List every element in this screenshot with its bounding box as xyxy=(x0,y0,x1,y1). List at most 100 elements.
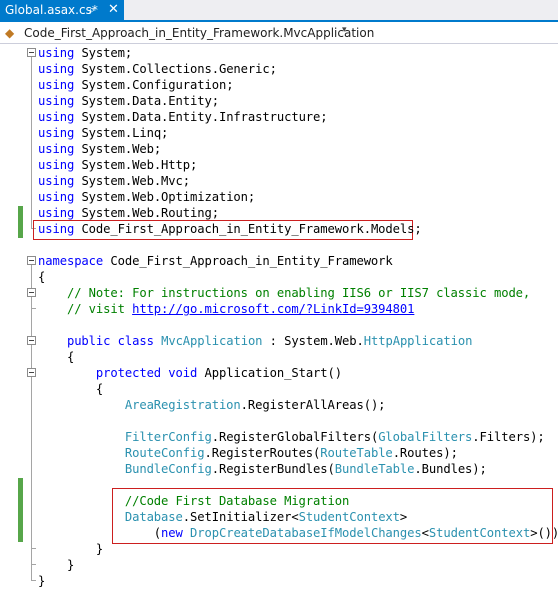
code-token: { xyxy=(38,350,75,364)
change-marker xyxy=(18,206,23,238)
code-line[interactable]: (new DropCreateDatabaseIfModelChanges<St… xyxy=(38,525,558,541)
code-token: System.Web.Routing; xyxy=(74,206,219,220)
document-tab[interactable]: Global.asax.cs* ⌕ ✕ xyxy=(0,0,124,20)
code-token: DropCreateDatabaseIfModelChanges xyxy=(190,526,422,540)
code-line[interactable]: using System.Linq; xyxy=(38,125,168,141)
code-line[interactable]: Database.SetInitializer<StudentContext> xyxy=(38,509,407,525)
code-line[interactable]: using System.Configuration; xyxy=(38,77,234,93)
code-token: // visit xyxy=(66,302,133,316)
code-token: } xyxy=(38,542,104,556)
code-token: //Code First Database Migration xyxy=(124,494,350,508)
code-token: using xyxy=(38,126,75,140)
code-token: .SetInitializer< xyxy=(182,510,299,524)
code-token: protected xyxy=(95,366,162,380)
code-token: Application_Start() xyxy=(197,366,343,380)
code-token: .RegisterBundles( xyxy=(211,462,335,476)
code-line[interactable]: } xyxy=(38,557,74,573)
code-token: .RegisterAllAreas(); xyxy=(240,398,386,412)
code-token: new xyxy=(161,526,183,540)
document-tab-strip: Global.asax.cs* ⌕ ✕ xyxy=(0,0,558,22)
code-token: > xyxy=(399,510,408,524)
code-line[interactable]: using System.Data.Entity; xyxy=(38,93,219,109)
code-token: using xyxy=(38,62,75,76)
chevron-down-icon[interactable]: ▾ xyxy=(342,25,356,35)
code-token: MvcApplication xyxy=(161,334,263,348)
code-token: using xyxy=(38,222,75,236)
code-token: < xyxy=(421,526,429,540)
code-line[interactable]: RouteConfig.RegisterRoutes(RouteTable.Ro… xyxy=(38,445,458,461)
code-token: System.Web.Mvc; xyxy=(74,174,191,188)
code-line[interactable]: { xyxy=(38,349,74,365)
code-token: Code_First_Approach_in_Entity_Framework.… xyxy=(74,222,422,236)
code-token: { xyxy=(38,382,104,396)
code-line[interactable]: FilterConfig.RegisterGlobalFilters(Globa… xyxy=(38,429,545,445)
code-line[interactable]: using System.Web.Mvc; xyxy=(38,173,190,189)
code-token: FilterConfig xyxy=(124,430,212,444)
code-token: BundleTable xyxy=(334,462,415,476)
code-token: using xyxy=(38,158,75,172)
navigation-bar[interactable]: ◆ Code_First_Approach_in_Entity_Framewor… xyxy=(0,22,558,44)
code-token: using xyxy=(38,78,75,92)
code-line[interactable]: AreaRegistration.RegisterAllAreas(); xyxy=(38,397,386,413)
code-line[interactable]: using Code_First_Approach_in_Entity_Fram… xyxy=(38,221,422,237)
close-icon[interactable]: ✕ xyxy=(108,2,119,17)
code-editor[interactable]: using System; using System.Collections.Ge… xyxy=(0,44,558,588)
code-token: System.Web.Http; xyxy=(74,158,198,172)
code-token: void xyxy=(168,366,198,380)
code-line[interactable]: namespace Code_First_Approach_in_Entity_… xyxy=(38,253,393,269)
code-line[interactable]: using System.Collections.Generic; xyxy=(38,61,277,77)
code-line[interactable]: using System.Data.Entity.Infrastructure; xyxy=(38,109,328,125)
code-token: AreaRegistration xyxy=(124,398,241,412)
code-token: BundleConfig xyxy=(124,462,212,476)
code-token: System.Web.Optimization; xyxy=(74,190,256,204)
code-token: System.Collections.Generic; xyxy=(74,62,277,76)
code-line[interactable]: using System.Web.Routing; xyxy=(38,205,219,221)
code-token: RouteTable xyxy=(320,446,393,460)
code-token: // Note: For instructions on enabling II… xyxy=(66,286,531,300)
collapse-icon[interactable] xyxy=(27,336,36,345)
code-line[interactable]: { xyxy=(38,381,103,397)
pin-icon[interactable]: ⌕ xyxy=(89,3,95,17)
code-line[interactable]: using System; xyxy=(38,45,132,61)
code-token: : System.Web. xyxy=(262,334,364,348)
code-line[interactable]: using System.Web.Optimization; xyxy=(38,189,255,205)
code-line[interactable]: //Code First Database Migration xyxy=(38,493,349,509)
collapse-icon[interactable] xyxy=(27,48,36,57)
class-icon: ◆ xyxy=(5,26,15,40)
code-token: { xyxy=(38,270,46,284)
code-token: System.Configuration; xyxy=(74,78,234,92)
code-line[interactable]: // Note: For instructions on enabling II… xyxy=(38,285,530,301)
code-token: using xyxy=(38,110,75,124)
code-token: public xyxy=(66,334,111,348)
collapse-icon[interactable] xyxy=(27,256,36,265)
code-line[interactable]: BundleConfig.RegisterBundles(BundleTable… xyxy=(38,461,487,477)
code-line[interactable]: // visit http://go.microsoft.com/?LinkId… xyxy=(38,301,415,317)
collapse-icon[interactable] xyxy=(27,288,36,297)
code-token: .RegisterRoutes( xyxy=(204,446,321,460)
type-selector[interactable]: Code_First_Approach_in_Entity_Framework.… xyxy=(24,26,374,40)
code-link[interactable]: http://go.microsoft.com/?LinkId=9394801 xyxy=(132,302,414,316)
code-line[interactable]: using System.Web; xyxy=(38,141,161,157)
code-line[interactable]: { xyxy=(38,269,45,285)
code-line[interactable]: using System.Web.Http; xyxy=(38,157,197,173)
code-token: namespace xyxy=(38,254,104,268)
code-token: } xyxy=(38,558,75,572)
code-token: using xyxy=(38,206,75,220)
code-line[interactable]: protected void Application_Start() xyxy=(38,365,342,381)
code-line[interactable]: } xyxy=(38,541,103,557)
code-line[interactable]: public class MvcApplication : System.Web… xyxy=(38,333,472,349)
code-token: .RegisterGlobalFilters( xyxy=(211,430,379,444)
collapse-icon[interactable] xyxy=(27,368,36,377)
code-token: using xyxy=(38,174,75,188)
code-token: RouteConfig xyxy=(124,446,205,460)
change-marker xyxy=(18,478,23,542)
code-token: >()); xyxy=(530,526,558,540)
